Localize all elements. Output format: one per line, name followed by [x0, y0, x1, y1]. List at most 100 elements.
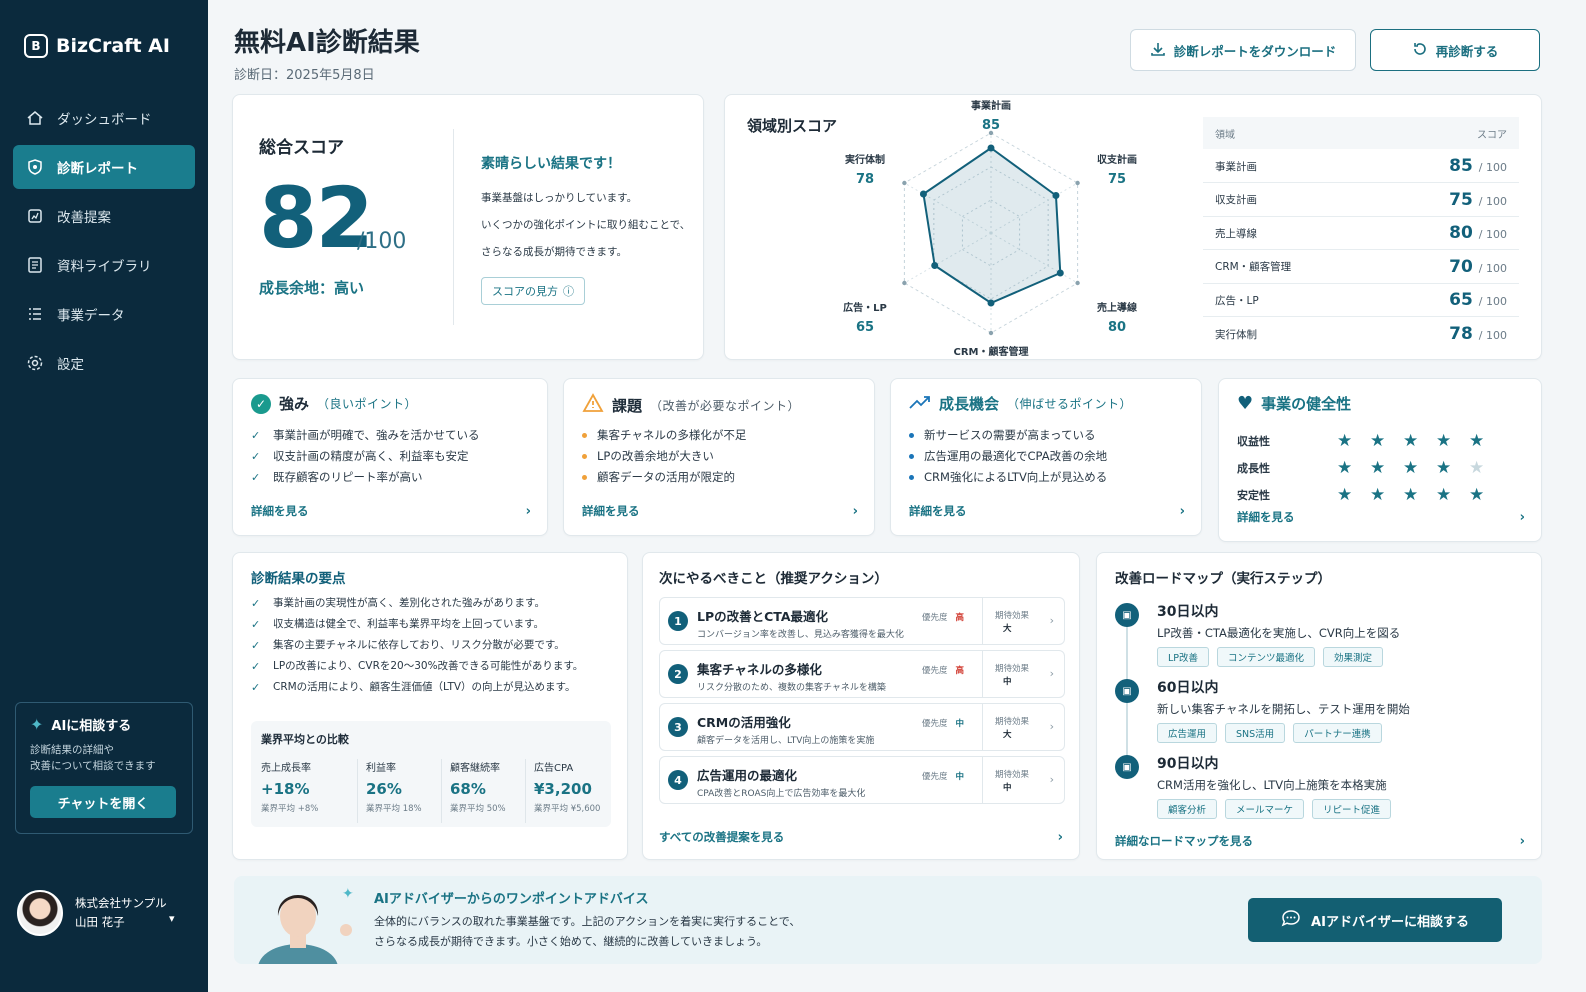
- user-name: 山田 花子: [75, 915, 125, 929]
- kpi-sales-growth: 売上成長率 +18% 業界平均 +8%: [261, 763, 319, 814]
- trend-up-icon: [909, 394, 931, 414]
- action-desc: 顧客データを活用し、LTV向上の施策を実施: [697, 736, 875, 746]
- sidebar-item-label: ダッシュボード: [57, 112, 152, 128]
- star-icon: ★: [1403, 458, 1419, 478]
- radar-category-label: 事業計画: [971, 99, 1011, 112]
- chevron-right-icon[interactable]: ›: [1180, 504, 1185, 519]
- table-row: 事業計画 85/ 100: [1203, 150, 1519, 183]
- logo-shield-icon: B: [24, 34, 48, 58]
- check-circle-icon: ✓: [251, 393, 271, 414]
- radar-axis-end: [902, 280, 907, 286]
- sidebar-item-label: 資料ライブラリ: [57, 259, 152, 275]
- download-report-button[interactable]: 診断レポートをダウンロード: [1130, 29, 1356, 71]
- sidebar: B BizCraft AI ダッシュボード 診断レポート 改善提案 資料ライブラ…: [0, 0, 208, 992]
- star-icon: ★: [1370, 485, 1386, 505]
- list-item: ✓ 事業計画の実現性が高く、差別化された強みがあります。: [251, 593, 583, 614]
- bullet: [582, 454, 587, 459]
- sidebar-item-library[interactable]: 資料ライブラリ: [13, 243, 195, 287]
- radar-category-label: 収支計画: [1097, 153, 1137, 166]
- step-title: 60日以内: [1157, 680, 1219, 696]
- health-label: 安定性: [1237, 489, 1270, 502]
- growth-potential: 成長余地：高い: [259, 279, 365, 297]
- table-header: 領域 スコア: [1203, 117, 1519, 149]
- ai-advisor-button[interactable]: AIアドバイザーに相談する: [1248, 898, 1502, 942]
- radar-point-1: [1052, 192, 1060, 199]
- area-score-table: 領域 スコア 事業計画 85/ 100 収支計画 75/ 100 売上導線 80/ 1…: [1203, 117, 1519, 345]
- shield-icon: [25, 157, 45, 177]
- calendar-icon: ▣: [1115, 679, 1139, 703]
- action-item[interactable]: 4 広告運用の最適化 CPA改善とROAS向上で広告効率を最大化 優先度中 期待効果中 ›: [659, 756, 1065, 804]
- chevron-right-icon[interactable]: ›: [1050, 614, 1054, 627]
- user-menu[interactable]: 株式会社サンプル 山田 花子 ▾: [17, 890, 175, 936]
- sidebar-item-label: 設定: [57, 357, 84, 373]
- list-item: 広告運用の最適化でCPA改善の余地: [909, 446, 1107, 467]
- check-icon: ✓: [251, 429, 261, 442]
- sidebar-item-report[interactable]: 診断レポート: [13, 145, 195, 189]
- health-label: 収益性: [1237, 435, 1270, 448]
- chevron-right-icon[interactable]: ›: [1050, 720, 1054, 733]
- result-headline: 素晴らしい結果です！: [481, 156, 621, 172]
- roadmap-card: 改善ロードマップ（実行ステップ） ▣ 30日以内 LP改善・CTA最適化を実施し…: [1096, 552, 1542, 860]
- result-desc-2: いくつかの強化ポイントに取り組むことで、: [481, 219, 691, 231]
- app-logo[interactable]: B BizCraft AI: [24, 34, 170, 58]
- open-chat-button[interactable]: チャットを開く: [30, 786, 176, 818]
- chevron-right-icon[interactable]: ›: [1050, 667, 1054, 680]
- step-number: 2: [668, 664, 688, 684]
- sidebar-item-dashboard[interactable]: ダッシュボード: [13, 96, 195, 140]
- ai-consult-title: ✦ AIに相談する: [30, 715, 132, 734]
- chevron-down-icon[interactable]: ▾: [169, 912, 175, 925]
- radar-value-label: 78: [856, 172, 874, 187]
- sidebar-item-improvements[interactable]: 改善提案: [13, 194, 195, 238]
- tag: パートナー連携: [1293, 723, 1382, 743]
- action-effect: 期待効果中: [982, 651, 1052, 697]
- action-priority: 優先度高: [922, 613, 965, 623]
- health-label: 成長性: [1237, 462, 1270, 475]
- list-item: 集客チャネルの多様化が不足: [582, 425, 746, 446]
- issues-more-link[interactable]: 詳細を見る: [582, 503, 640, 519]
- action-title: LPの改善とCTA最適化: [697, 609, 829, 624]
- step-title: 30日以内: [1157, 604, 1219, 620]
- bullet: [909, 454, 914, 459]
- score-guide-button[interactable]: スコアの見方 ⓘ: [481, 277, 585, 305]
- star-icon: ★: [1469, 458, 1485, 478]
- kpi-retention: 顧客継続率 68% 業界平均 50%: [441, 759, 527, 823]
- action-item[interactable]: 2 集客チャネルの多様化 リスク分散のため、複数の集客チャネルを構築 優先度高 期待効果…: [659, 650, 1065, 698]
- step-number: 1: [668, 611, 688, 631]
- check-icon: ✓: [251, 597, 261, 610]
- strengths-more-link[interactable]: 詳細を見る: [251, 503, 309, 519]
- download-icon: [1150, 41, 1166, 60]
- radar-axis-end: [988, 330, 994, 336]
- summary-title: 診断結果の要点: [251, 571, 346, 587]
- chevron-right-icon[interactable]: ›: [1058, 830, 1063, 845]
- radar-point-4: [931, 262, 939, 269]
- step-desc: CRM活用を強化し、LTV向上施策を本格実施: [1157, 778, 1387, 792]
- chevron-right-icon[interactable]: ›: [1520, 510, 1525, 525]
- sidebar-item-business-data[interactable]: 事業データ: [13, 292, 195, 336]
- action-item[interactable]: 3 CRMの活用強化 顧客データを活用し、LTV向上の施策を実施 優先度中 期待効果大 ›: [659, 703, 1065, 751]
- chevron-right-icon[interactable]: ›: [1520, 834, 1525, 849]
- health-row: 安定性 ★ ★ ★ ★ ★: [1237, 485, 1502, 505]
- action-item[interactable]: 1 LPの改善とCTA最適化 コンバージョン率を改善し、見込み客獲得を最大化 優先度高…: [659, 597, 1065, 645]
- kpi-ad-cpa: 広告CPA ¥3,200 業界平均 ¥5,600: [525, 759, 611, 823]
- chevron-right-icon[interactable]: ›: [526, 504, 531, 519]
- table-row: 広告・LP 65/ 100: [1203, 284, 1519, 317]
- ai-consult-box: ✦ AIに相談する 診断結果の詳細や 改善について相談できます チャットを開く: [15, 702, 193, 834]
- roadmap-title: 改善ロードマップ（実行ステップ）: [1115, 571, 1331, 587]
- rediagnose-button[interactable]: 再診断する: [1370, 29, 1540, 71]
- opportunities-more-link[interactable]: 詳細を見る: [909, 503, 967, 519]
- radar-point-0: [987, 144, 995, 152]
- radar-value-label: 65: [856, 320, 874, 335]
- radar-axis-end: [1075, 280, 1080, 286]
- health-more-link[interactable]: 詳細を見る: [1237, 509, 1295, 525]
- document-icon: [25, 255, 45, 275]
- action-desc: CPA改善とROAS向上で広告効率を最大化: [697, 789, 866, 799]
- avatar: [17, 890, 63, 936]
- chevron-right-icon[interactable]: ›: [1050, 773, 1054, 786]
- check-icon: ✓: [251, 639, 261, 652]
- tag: メールマーケ: [1225, 799, 1305, 819]
- all-actions-link[interactable]: すべての改善提案を見る: [659, 829, 784, 845]
- sidebar-item-settings[interactable]: 設定: [13, 341, 195, 385]
- chevron-right-icon[interactable]: ›: [853, 504, 858, 519]
- roadmap-more-link[interactable]: 詳細なロードマップを見る: [1115, 833, 1253, 849]
- app-name: BizCraft AI: [56, 35, 170, 57]
